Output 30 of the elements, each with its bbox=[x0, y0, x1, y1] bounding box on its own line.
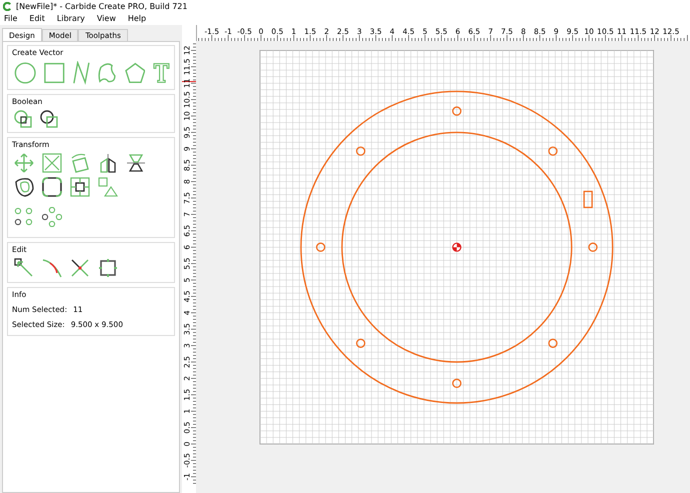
hole-circle bbox=[588, 242, 598, 252]
trim-icon[interactable] bbox=[70, 258, 90, 278]
node-edit-icon[interactable] bbox=[14, 258, 34, 278]
rounded-square-icon[interactable] bbox=[42, 177, 62, 197]
hole-circle bbox=[316, 242, 326, 252]
offset-icon[interactable] bbox=[14, 177, 34, 197]
subtract-icon[interactable] bbox=[40, 110, 58, 128]
slot-rectangle bbox=[583, 190, 593, 208]
menu-item[interactable]: View bbox=[96, 14, 116, 23]
hole-circle bbox=[452, 378, 462, 388]
hole-circle bbox=[452, 106, 462, 116]
menu-item[interactable]: Help bbox=[128, 14, 146, 23]
center-marker-icon bbox=[452, 242, 462, 252]
mirror-horizontal-icon[interactable] bbox=[98, 153, 118, 173]
menu-item[interactable]: File bbox=[4, 14, 18, 23]
hole-circle bbox=[548, 146, 558, 156]
app-logo-icon bbox=[3, 2, 12, 10]
union-icon[interactable] bbox=[14, 110, 32, 128]
hole-circle bbox=[548, 338, 558, 348]
mirror-vertical-icon[interactable] bbox=[126, 153, 146, 173]
fillet-icon[interactable] bbox=[42, 258, 62, 278]
align-center-icon[interactable] bbox=[70, 177, 90, 197]
circle-array-icon[interactable] bbox=[14, 207, 34, 227]
menu-item[interactable]: Edit bbox=[29, 14, 45, 23]
node-square-icon[interactable] bbox=[98, 258, 118, 278]
circular-array-icon[interactable] bbox=[42, 207, 62, 227]
menu-item[interactable]: Library bbox=[56, 14, 85, 23]
window-title: [NewFile]* - Carbide Create PRO, Build 721 bbox=[16, 2, 188, 10]
hole-circle bbox=[356, 338, 366, 348]
hole-circle bbox=[356, 146, 366, 156]
